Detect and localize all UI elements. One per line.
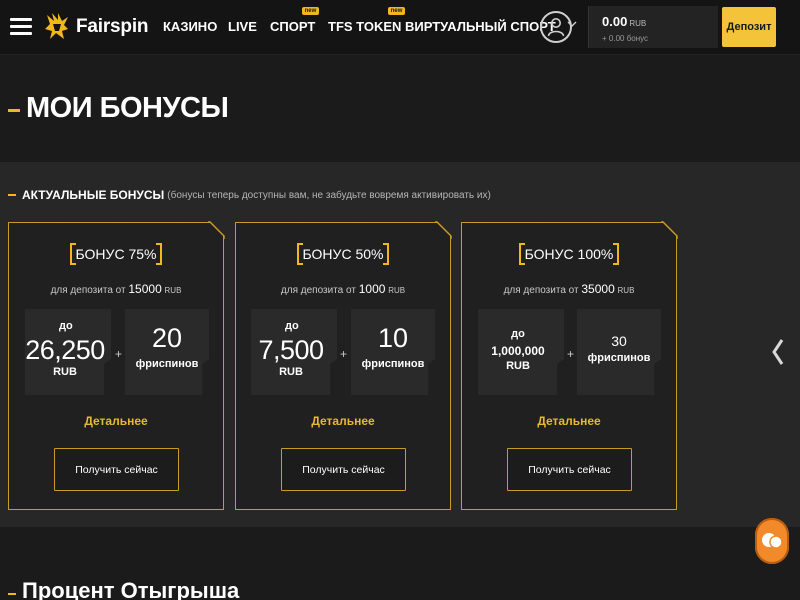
wagering-section-heading: Процент Отыгрыша (8, 578, 239, 600)
min-deposit-text: для депозита от 35000 RUB (462, 282, 676, 296)
title-accent (8, 109, 20, 112)
min-deposit-currency: RUB (617, 286, 635, 295)
freespins-box: 30 фриспинов (577, 309, 661, 395)
chevron-left-icon[interactable] (770, 337, 786, 367)
section-accent (8, 593, 16, 595)
claim-now-button[interactable]: Получить сейчас (54, 448, 179, 491)
nav-live[interactable]: LIVE (228, 19, 257, 34)
chevron-down-icon[interactable] (567, 20, 577, 28)
bonus-balance: + 0.00 бонус (602, 34, 649, 43)
freespins-box: 10 фриспинов (351, 309, 435, 395)
amount-currency: RUB (53, 366, 77, 378)
min-deposit-value: 35000 (581, 282, 615, 296)
balance-value: 0.00 (602, 14, 628, 29)
details-link[interactable]: Детальнее (9, 414, 223, 428)
details-link[interactable]: Детальнее (236, 414, 450, 428)
section-note: (бонусы теперь доступны вам, не забудьте… (167, 189, 491, 201)
section-title: АКТУАЛЬНЫЕ БОНУСЫ (22, 188, 165, 202)
user-icon (547, 18, 565, 37)
claim-now-button[interactable]: Получить сейчас (507, 448, 632, 491)
min-deposit-currency: RUB (388, 286, 406, 295)
brand-name: Fairspin (76, 16, 149, 37)
freespins-count: 30 (611, 333, 627, 349)
freespins-label: фриспинов (361, 358, 425, 370)
deposit-button[interactable]: Депозит (722, 7, 776, 47)
nav-casino-label: КАЗИНО (163, 19, 218, 34)
details-link[interactable]: Детальнее (462, 414, 676, 428)
plus-sign: + (340, 347, 348, 361)
bonus-amount-box: до 7,500 RUB (251, 309, 337, 395)
freespins-label: фриспинов (587, 352, 651, 364)
nav-virtual-sport[interactable]: ВИРТУАЛЬНЫЙ СПОРТ (405, 19, 556, 34)
amount-prefix: до (59, 320, 73, 332)
amount-currency: RUB (506, 360, 530, 372)
plus-sign: + (115, 347, 123, 361)
bonus-title: БОНУС 75% (70, 243, 163, 265)
bonus-card: БОНУС 100% для депозита от 35000 RUB до … (461, 222, 677, 510)
balance-panel[interactable]: 0.00 RUB + 0.00 бонус (588, 6, 718, 48)
bonus-title: БОНУС 100% (519, 243, 620, 265)
min-deposit-text: для депозита от 15000 RUB (9, 282, 223, 296)
freespins-box: 20 фриспинов (125, 309, 209, 395)
active-bonuses-section: АКТУАЛЬНЫЕ БОНУСЫ (бонусы теперь доступн… (0, 162, 800, 527)
min-deposit-prefix: для депозита от (503, 285, 579, 296)
nav-virtual-sport-label: ВИРТУАЛЬНЫЙ СПОРТ (405, 19, 556, 34)
logo-icon (45, 13, 68, 39)
freespins-count: 10 (377, 323, 409, 353)
new-badge: new (301, 7, 320, 15)
card-corner-accent (208, 221, 225, 239)
min-deposit-prefix: для депозита от (280, 285, 356, 296)
min-deposit-text: для депозита от 1000 RUB (236, 282, 450, 296)
bonus-amount-box: до 1,000,000 RUB (478, 309, 564, 395)
section-heading: АКТУАЛЬНЫЕ БОНУСЫ (бонусы теперь доступн… (8, 188, 491, 202)
freespins-count: 20 (151, 323, 183, 353)
freespins-label: фриспинов (135, 358, 199, 370)
bonus-amount: 26,250 (25, 335, 105, 365)
min-deposit-value: 1000 (358, 282, 386, 296)
nav-sport[interactable]: СПОРТ new (270, 7, 320, 34)
wagering-title: Процент Отыгрыша (22, 578, 240, 600)
bonus-amount: 1,000,000 (491, 344, 545, 358)
chat-button[interactable] (755, 518, 789, 564)
min-deposit-prefix: для депозита от (50, 285, 126, 296)
new-badge: new (387, 7, 406, 15)
claim-now-button[interactable]: Получить сейчас (281, 448, 406, 491)
amount-prefix: до (511, 328, 525, 340)
page-title-block: МОИ БОНУСЫ (8, 92, 229, 125)
card-corner-accent (661, 221, 678, 239)
min-deposit-currency: RUB (164, 286, 182, 295)
amount-prefix: до (285, 320, 299, 332)
bonus-title: БОНУС 50% (297, 243, 390, 265)
amount-currency: RUB (279, 366, 303, 378)
nav-tfs-token[interactable]: TFS TOKEN new (328, 7, 406, 34)
menu-icon[interactable] (10, 18, 32, 36)
plus-sign: + (567, 347, 575, 361)
balance-amount: 0.00 RUB (602, 14, 646, 29)
nav-tfs-token-label: TFS TOKEN (328, 19, 402, 34)
bonus-amount: 7,500 (258, 335, 324, 365)
top-header: Fairspin КАЗИНО LIVE СПОРТ new TFS TOKEN n… (0, 0, 800, 55)
nav-sport-label: СПОРТ (270, 19, 316, 34)
chat-icon (762, 533, 783, 549)
page-title: МОИ БОНУСЫ (26, 92, 229, 124)
bonus-card: БОНУС 75% для депозита от 15000 RUB до 2… (8, 222, 224, 510)
bonus-card: БОНУС 50% для депозита от 1000 RUB до 7,… (235, 222, 451, 510)
brand-logo[interactable]: Fairspin (42, 10, 149, 44)
balance-currency: RUB (629, 19, 647, 28)
nav-casino[interactable]: КАЗИНО (163, 19, 217, 34)
min-deposit-value: 15000 (128, 282, 162, 296)
bonus-amount-box: до 26,250 RUB (25, 309, 111, 395)
card-corner-accent (435, 221, 452, 239)
section-accent (8, 194, 16, 196)
nav-live-label: LIVE (228, 19, 257, 34)
